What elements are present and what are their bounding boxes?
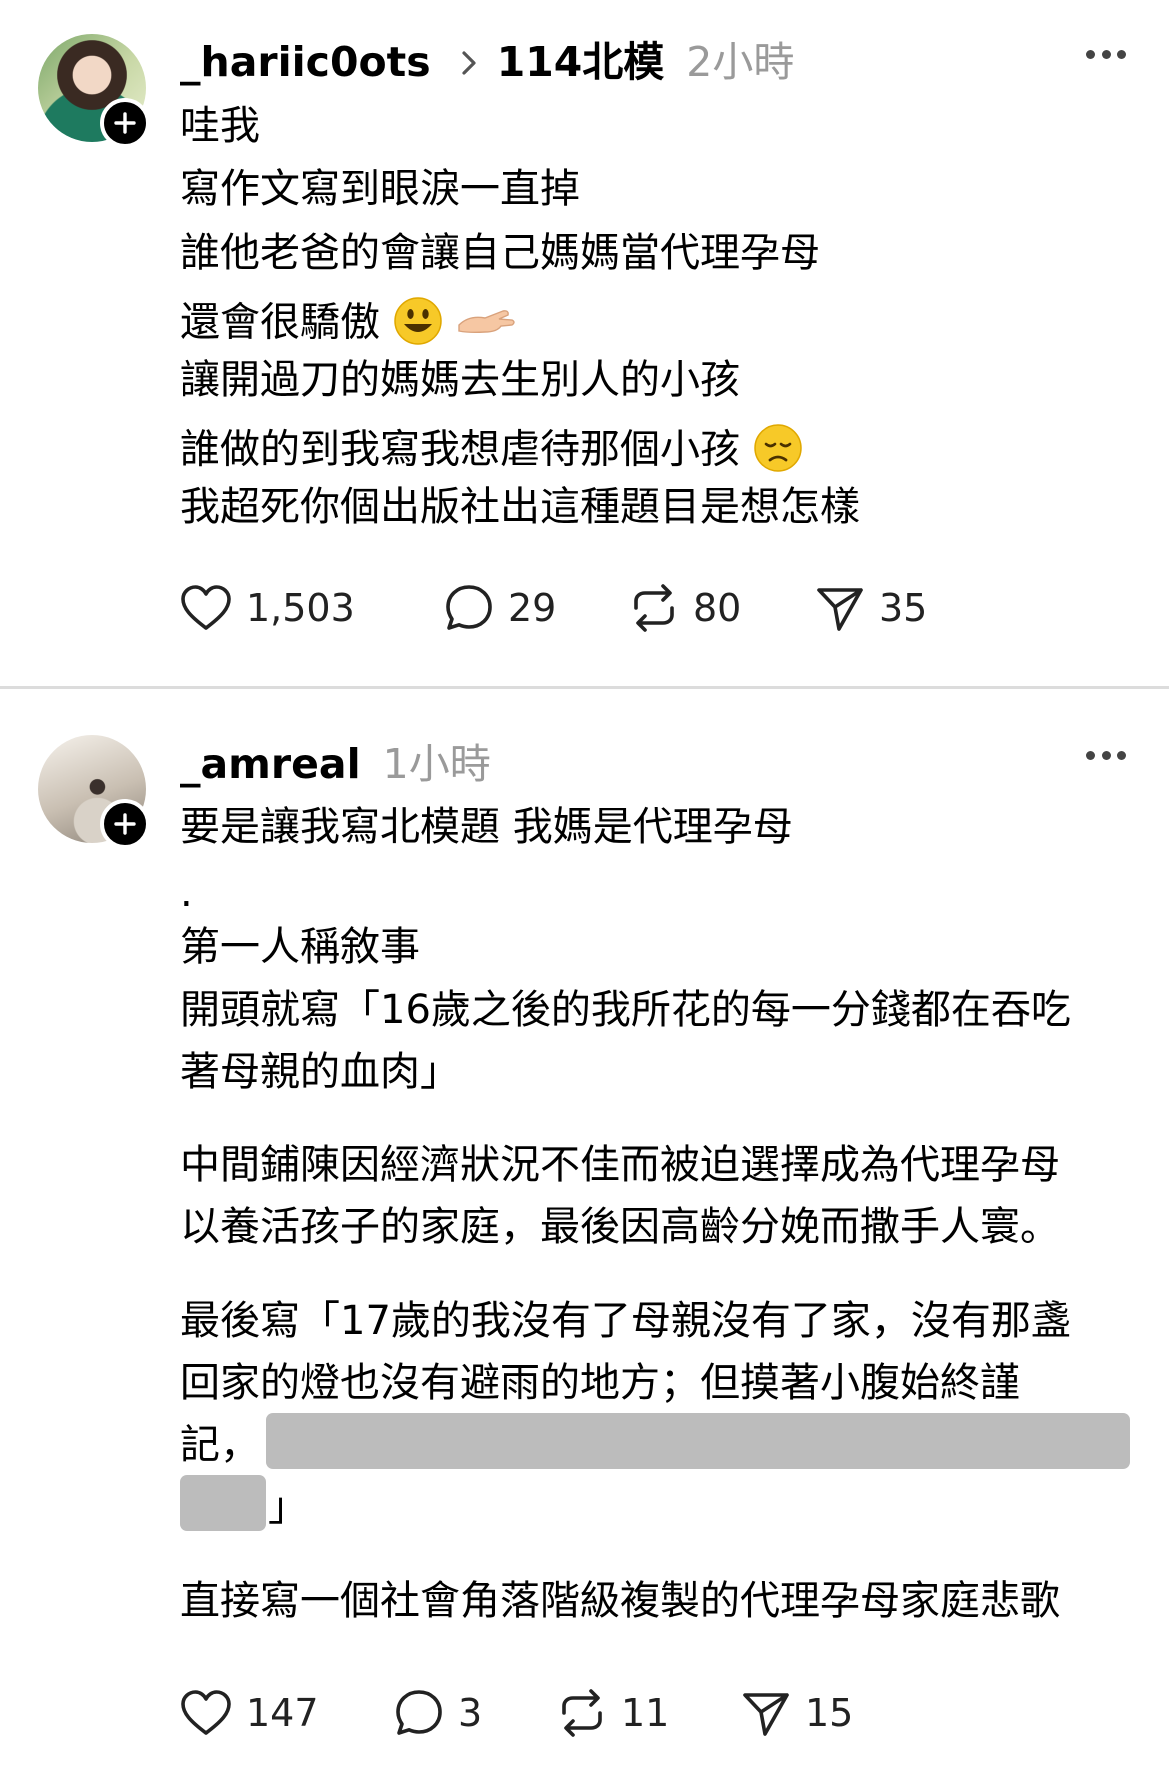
like-button[interactable]: 147 <box>180 1683 319 1743</box>
like-count: 1,503 <box>246 586 355 630</box>
heart-icon <box>181 585 231 630</box>
body-line: 哇我 <box>180 103 260 149</box>
body-line-text: 還會很驕傲 <box>180 299 380 346</box>
chevron-right-icon <box>461 50 477 80</box>
body-line: 回家的燈也沒有避雨的地方；但摸著小腹始終謹 <box>180 1360 1020 1406</box>
redacted-text-block <box>266 1413 1130 1469</box>
body-line: 誰他老爸的會讓自己媽媽當代理孕母 <box>180 230 820 276</box>
more-options-icon[interactable] <box>1086 50 1126 64</box>
disappointed-face-emoji-icon <box>753 423 803 480</box>
body-line: 寫作文寫到眼淚一直掉 <box>180 166 580 212</box>
topic-tag[interactable]: 114北模 <box>497 28 665 88</box>
body-line: 著母親的血肉」 <box>180 1049 460 1095</box>
follow-button[interactable] <box>100 799 150 849</box>
body-line: 開頭就寫「16歲之後的我所花的每一分錢都在吞吃 <box>180 987 1071 1033</box>
comment-button[interactable]: 3 <box>394 1683 482 1743</box>
body-line: 第一人稱敘事 <box>180 924 420 970</box>
repost-count: 11 <box>621 1691 670 1735</box>
comment-button[interactable]: 29 <box>444 578 556 638</box>
avatar[interactable] <box>38 735 150 849</box>
like-count: 147 <box>246 1691 319 1735</box>
body-line-with-emoji: 誰做的到我寫我想虐待那個小孩 <box>180 423 803 472</box>
body-line: . <box>180 870 193 916</box>
avatar[interactable] <box>38 34 150 148</box>
body-line: 中間鋪陳因經濟狀況不佳而被迫選擇成為代理孕母 <box>180 1142 1060 1188</box>
repost-icon <box>634 584 674 632</box>
username[interactable]: _hariic0ots <box>180 38 431 86</box>
comment-count: 3 <box>458 1691 483 1735</box>
like-button[interactable]: 1,503 <box>180 578 355 638</box>
body-line: 記， <box>180 1422 260 1468</box>
username[interactable]: _amreal <box>180 740 361 788</box>
send-icon <box>817 588 863 631</box>
follow-button[interactable] <box>100 98 150 148</box>
more-options-icon[interactable] <box>1086 751 1126 765</box>
repost-count: 80 <box>693 586 742 630</box>
redacted-text-block <box>180 1475 266 1531</box>
share-count: 15 <box>805 1691 854 1735</box>
heart-icon <box>181 1690 231 1735</box>
comment-bubble-icon <box>446 585 492 630</box>
repost-button[interactable]: 80 <box>629 578 741 638</box>
grinning-face-emoji-icon <box>393 296 443 353</box>
body-line-with-emoji: 還會很驕傲 <box>180 296 517 345</box>
palm-up-hand-emoji-icon <box>455 301 517 348</box>
share-button[interactable]: 15 <box>741 1683 853 1743</box>
share-button[interactable]: 35 <box>815 578 927 638</box>
timestamp: 1小時 <box>382 740 491 788</box>
body-line: 要是讓我寫北模題 我媽是代理孕母 <box>180 804 793 850</box>
comment-bubble-icon <box>396 1690 442 1735</box>
body-line: 直接寫一個社會角落階級複製的代理孕母家庭悲歌 <box>180 1578 1060 1624</box>
repost-button[interactable]: 11 <box>557 1683 669 1743</box>
post-header: _amreal 1小時 <box>180 730 491 790</box>
thread-post-2: _amreal 1小時 要是讓我寫北模題 我媽是代理孕母 . 第一人稱敘事 開頭… <box>0 689 1169 1782</box>
comment-count: 29 <box>508 586 557 630</box>
thread-post-1: _hariic0ots 114北模 2小時 哇我 寫作文寫到眼淚一直掉 誰他老爸… <box>0 0 1169 686</box>
body-line-text: 誰做的到我寫我想虐待那個小孩 <box>180 426 740 473</box>
plus-icon <box>114 112 136 134</box>
share-count: 35 <box>879 586 928 630</box>
body-line: 讓開過刀的媽媽去生別人的小孩 <box>180 357 740 403</box>
repost-icon <box>562 1689 602 1737</box>
body-line: 以養活孩子的家庭，最後因高齡分娩而撒手人寰。 <box>180 1204 1060 1250</box>
plus-icon <box>114 813 136 835</box>
body-line: 最後寫「17歲的我沒有了母親沒有了家，沒有那盞 <box>180 1298 1071 1344</box>
body-line: 我超死你個出版社出這種題目是想怎樣 <box>180 484 860 530</box>
send-icon <box>743 1693 789 1736</box>
timestamp: 2小時 <box>686 38 795 86</box>
body-line: 」 <box>268 1484 308 1530</box>
post-header: _hariic0ots 114北模 2小時 <box>180 28 794 88</box>
